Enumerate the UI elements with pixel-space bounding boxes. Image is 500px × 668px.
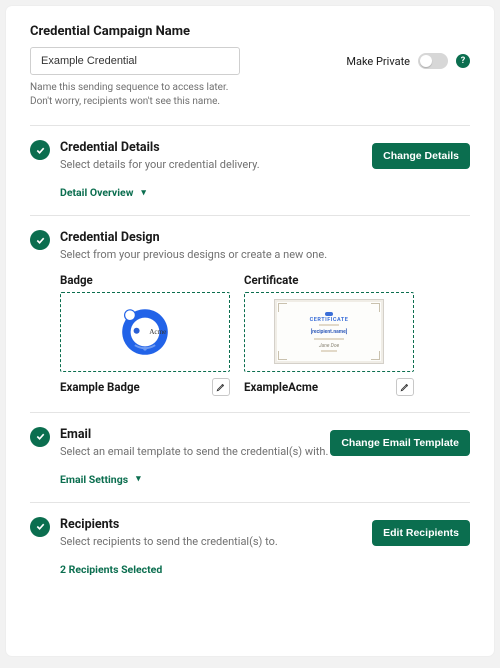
- chevron-down-icon: ▾: [136, 474, 141, 484]
- recipients-selected-status: 2 Recipients Selected: [60, 563, 162, 576]
- detail-overview-label: Detail Overview: [60, 186, 133, 199]
- detail-overview-toggle[interactable]: Detail Overview ▾: [60, 186, 146, 199]
- badge-preview[interactable]: Acme: [60, 292, 230, 372]
- chevron-down-icon: ▾: [141, 188, 146, 198]
- section-email: Email Select an email template to send t…: [30, 427, 470, 486]
- change-email-template-button[interactable]: Change Email Template: [330, 430, 470, 456]
- edit-recipients-button[interactable]: Edit Recipients: [372, 520, 470, 546]
- details-subtitle: Select details for your credential deliv…: [60, 158, 372, 172]
- certificate-illustration: CERTIFICATE [recipient.name] Jane Doe: [274, 299, 384, 364]
- campaign-name-input[interactable]: [30, 47, 240, 75]
- divider: [30, 125, 470, 126]
- edit-badge-button[interactable]: [212, 378, 230, 396]
- divider: [30, 215, 470, 216]
- certificate-column: Certificate CERTIFICATE [recipient.name]…: [244, 273, 414, 396]
- pencil-icon: [400, 382, 410, 392]
- check-icon: [30, 427, 50, 447]
- certificate-name: ExampleAcme: [244, 380, 396, 394]
- divider: [30, 412, 470, 413]
- make-private-label: Make Private: [346, 55, 410, 68]
- section-credential-design: Credential Design Select from your previ…: [30, 230, 470, 262]
- certificate-preview[interactable]: CERTIFICATE [recipient.name] Jane Doe: [244, 292, 414, 372]
- badge-icon: Acme: [115, 302, 175, 362]
- badge-column: Badge Acme Example Badge: [60, 273, 230, 396]
- make-private-toggle[interactable]: [418, 53, 448, 69]
- details-title: Credential Details: [60, 140, 372, 155]
- divider: [30, 502, 470, 503]
- edit-certificate-button[interactable]: [396, 378, 414, 396]
- campaign-name-heading: Credential Campaign Name: [30, 24, 470, 39]
- cert-word: CERTIFICATE: [310, 317, 349, 323]
- recipients-title: Recipients: [60, 517, 372, 532]
- pencil-icon: [216, 382, 226, 392]
- design-subtitle: Select from your previous designs or cre…: [60, 248, 470, 262]
- design-previews: Badge Acme Example Badge: [60, 273, 470, 396]
- help-icon[interactable]: ?: [456, 54, 470, 68]
- recipients-subtitle: Select recipients to send the credential…: [60, 535, 372, 549]
- badge-name: Example Badge: [60, 380, 212, 394]
- check-icon: [30, 230, 50, 250]
- section-credential-details: Credential Details Select details for yo…: [30, 140, 470, 199]
- recipients-count-label: 2 Recipients Selected: [60, 563, 162, 576]
- certificate-type-label: Certificate: [244, 273, 414, 287]
- email-settings-label: Email Settings: [60, 473, 128, 486]
- name-row: Make Private ?: [30, 47, 470, 75]
- campaign-name-helper: Name this sending sequence to access lat…: [30, 81, 250, 109]
- svg-text:Acme: Acme: [149, 327, 166, 335]
- check-icon: [30, 517, 50, 537]
- campaign-card: Credential Campaign Name Make Private ? …: [6, 6, 494, 656]
- badge-type-label: Badge: [60, 273, 230, 287]
- design-title: Credential Design: [60, 230, 470, 245]
- check-icon: [30, 140, 50, 160]
- cert-recipient-placeholder: [recipient.name]: [311, 329, 347, 335]
- section-recipients: Recipients Select recipients to send the…: [30, 517, 470, 576]
- email-settings-toggle[interactable]: Email Settings ▾: [60, 473, 141, 486]
- email-subtitle: Select an email template to send the cre…: [60, 445, 330, 459]
- change-details-button[interactable]: Change Details: [372, 143, 470, 169]
- email-title: Email: [60, 427, 330, 442]
